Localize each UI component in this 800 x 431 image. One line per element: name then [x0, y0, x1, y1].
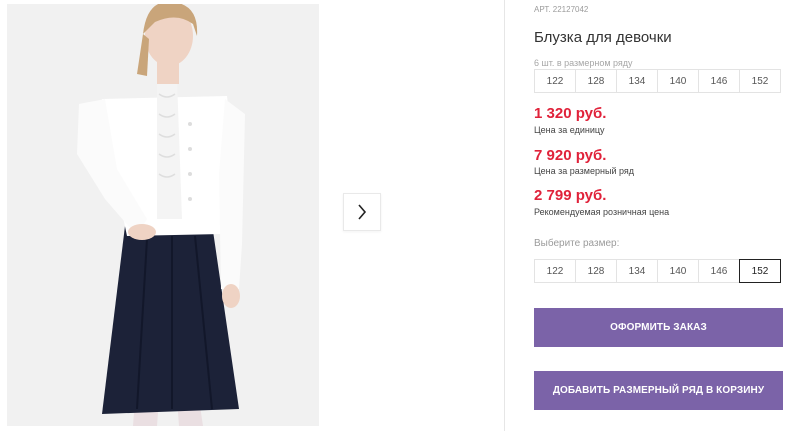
size-option-128[interactable]: 128 [575, 259, 617, 283]
product-photo [7, 4, 319, 426]
article-value: 22127042 [552, 5, 589, 14]
size-pack-price: 7 920 руб. [534, 147, 607, 164]
size-pack-cell: 146 [698, 69, 740, 93]
place-order-button[interactable]: ОФОРМИТЬ ЗАКАЗ [534, 308, 783, 347]
gallery-next-button[interactable] [343, 193, 381, 231]
size-selector: 122 128 134 140 146 152 [534, 259, 781, 283]
retail-price-label: Рекомендуемая розничная цена [534, 207, 670, 217]
size-pack-cell: 134 [616, 69, 658, 93]
size-pack-caption: 6 шт. в размерном ряду [534, 58, 633, 68]
size-pack-cell: 140 [657, 69, 699, 93]
size-option-134[interactable]: 134 [616, 259, 658, 283]
unit-price: 1 320 руб. [534, 105, 607, 122]
size-option-140[interactable]: 140 [657, 259, 699, 283]
article-label: АРТ. [534, 5, 551, 14]
size-pack-cell: 152 [739, 69, 781, 93]
size-option-122[interactable]: 122 [534, 259, 576, 283]
article-number: АРТ. 22127042 [534, 5, 588, 14]
size-option-146[interactable]: 146 [698, 259, 740, 283]
product-gallery [0, 0, 505, 431]
size-pack-cell: 122 [534, 69, 576, 93]
size-pack-price-label: Цена за размерный ряд [534, 166, 635, 176]
girl-in-blouse-image [7, 4, 319, 426]
add-size-pack-to-cart-button[interactable]: ДОБАВИТЬ РАЗМЕРНЫЙ РЯД В КОРЗИНУ [534, 371, 783, 410]
unit-price-label: Цена за единицу [534, 125, 605, 135]
size-option-152[interactable]: 152 [739, 259, 781, 283]
chevron-right-icon [358, 204, 367, 220]
retail-price: 2 799 руб. [534, 187, 607, 204]
size-pack-row: 122 128 134 140 146 152 [534, 69, 781, 93]
product-info: АРТ. 22127042 Блузка для девочки 6 шт. в… [534, 0, 800, 431]
choose-size-caption: Выберите размер: [534, 238, 620, 249]
product-title: Блузка для девочки [534, 29, 672, 46]
size-pack-cell: 128 [575, 69, 617, 93]
